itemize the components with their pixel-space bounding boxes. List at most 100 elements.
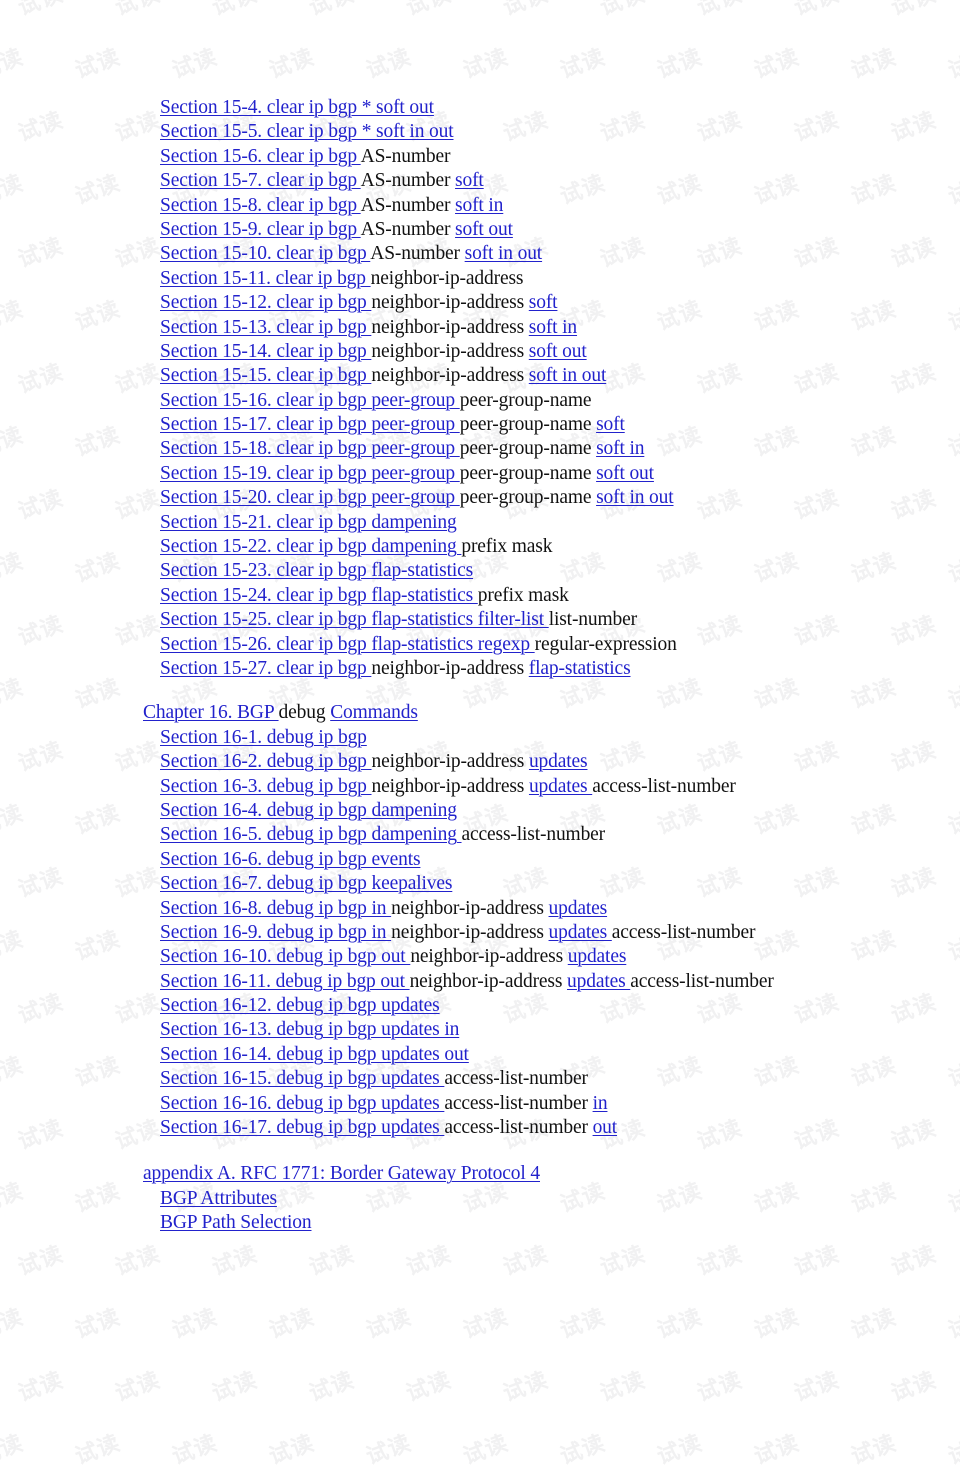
toc-section-entry[interactable]: Section 16-12. debug ip bgp updates bbox=[0, 994, 960, 1018]
toc-link-segment[interactable]: Section 16-8. debug ip bgp in bbox=[160, 898, 391, 919]
toc-link-segment[interactable]: Section 16-17. debug ip bgp updates bbox=[160, 1117, 444, 1138]
toc-section-entry[interactable]: Section 15-5. clear ip bgp * soft in out bbox=[0, 120, 960, 144]
toc-section-entry[interactable]: Section 15-24. clear ip bgp flap-statist… bbox=[0, 584, 960, 608]
toc-section-entry[interactable]: Section 16-4. debug ip bgp dampening bbox=[0, 799, 960, 823]
toc-link-segment[interactable]: updates bbox=[529, 776, 592, 797]
toc-link-segment[interactable]: updates bbox=[549, 898, 608, 919]
toc-section-entry[interactable]: Section 16-2. debug ip bgp neighbor-ip-a… bbox=[0, 750, 960, 774]
toc-link-segment[interactable]: soft in out bbox=[596, 487, 674, 508]
toc-section-entry[interactable]: Section 15-27. clear ip bgp neighbor-ip-… bbox=[0, 657, 960, 681]
toc-link-segment[interactable]: Section 16-9. debug ip bgp in bbox=[160, 922, 391, 943]
toc-section-entry[interactable]: Section 16-6. debug ip bgp events bbox=[0, 848, 960, 872]
toc-link-segment[interactable]: Section 15-9. clear ip bgp bbox=[160, 219, 361, 240]
toc-section-entry[interactable]: Section 15-16. clear ip bgp peer-group p… bbox=[0, 389, 960, 413]
toc-link-segment[interactable]: Section 15-19. clear ip bgp peer-group bbox=[160, 463, 460, 484]
toc-section-entry[interactable]: Section 16-7. debug ip bgp keepalives bbox=[0, 872, 960, 896]
toc-section-entry[interactable]: Section 15-14. clear ip bgp neighbor-ip-… bbox=[0, 340, 960, 364]
toc-link-segment[interactable]: Section 16-16. debug ip bgp updates bbox=[160, 1093, 444, 1114]
toc-section-entry[interactable]: Section 16-16. debug ip bgp updates acce… bbox=[0, 1092, 960, 1116]
toc-link-segment[interactable]: Section 16-13. debug ip bgp updates in bbox=[160, 1019, 459, 1040]
toc-link-segment[interactable]: Section 15-24. clear ip bgp flap-statist… bbox=[160, 585, 478, 606]
toc-link-segment[interactable]: Section 15-26. clear ip bgp flap-statist… bbox=[160, 634, 535, 655]
toc-link-segment[interactable]: soft out bbox=[596, 463, 654, 484]
toc-section-entry[interactable]: Section 15-6. clear ip bgp AS-number bbox=[0, 145, 960, 169]
toc-link-segment[interactable]: soft bbox=[596, 414, 625, 435]
toc-section-entry[interactable]: Section 16-5. debug ip bgp dampening acc… bbox=[0, 823, 960, 847]
toc-section-entry[interactable]: Section 15-22. clear ip bgp dampening pr… bbox=[0, 535, 960, 559]
toc-link-segment[interactable]: soft out bbox=[529, 341, 587, 362]
toc-link-segment[interactable]: soft bbox=[529, 292, 558, 313]
toc-link-segment[interactable]: in bbox=[593, 1093, 608, 1114]
toc-link-segment[interactable]: updates bbox=[568, 946, 627, 967]
toc-section-entry[interactable]: Section 15-25. clear ip bgp flap-statist… bbox=[0, 608, 960, 632]
toc-section-entry[interactable]: Section 15-10. clear ip bgp AS-number so… bbox=[0, 242, 960, 266]
toc-section-entry[interactable]: Section 15-9. clear ip bgp AS-number sof… bbox=[0, 218, 960, 242]
toc-link-segment[interactable]: Section 15-21. clear ip bgp dampening bbox=[160, 512, 457, 533]
toc-section-entry[interactable]: BGP Path Selection bbox=[0, 1211, 960, 1235]
toc-section-entry[interactable]: Section 15-11. clear ip bgp neighbor-ip-… bbox=[0, 267, 960, 291]
toc-chapter-entry[interactable]: appendix A. RFC 1771: Border Gateway Pro… bbox=[0, 1162, 960, 1186]
toc-section-entry[interactable]: Section 16-8. debug ip bgp in neighbor-i… bbox=[0, 897, 960, 921]
toc-link-segment[interactable]: Section 15-10. clear ip bgp bbox=[160, 243, 370, 264]
toc-link-segment[interactable]: updates bbox=[567, 971, 630, 992]
toc-section-entry[interactable]: Section 15-19. clear ip bgp peer-group p… bbox=[0, 462, 960, 486]
toc-link-segment[interactable]: Section 15-16. clear ip bgp peer-group bbox=[160, 390, 460, 411]
toc-link-segment[interactable]: Chapter 16. BGP bbox=[143, 702, 279, 723]
toc-link-segment[interactable]: Section 16-5. debug ip bgp dampening bbox=[160, 824, 462, 845]
toc-link-segment[interactable]: soft in bbox=[529, 317, 577, 338]
toc-section-entry[interactable]: Section 15-8. clear ip bgp AS-number sof… bbox=[0, 194, 960, 218]
toc-link-segment[interactable]: Section 16-12. debug ip bgp updates bbox=[160, 995, 440, 1016]
toc-section-entry[interactable]: Section 16-9. debug ip bgp in neighbor-i… bbox=[0, 921, 960, 945]
toc-link-segment[interactable]: Section 15-22. clear ip bgp dampening bbox=[160, 536, 461, 557]
toc-section-entry[interactable]: Section 16-1. debug ip bgp bbox=[0, 726, 960, 750]
toc-link-segment[interactable]: Section 16-6. debug ip bgp events bbox=[160, 849, 421, 870]
toc-link-segment[interactable]: Section 15-8. clear ip bgp bbox=[160, 195, 361, 216]
toc-link-segment[interactable]: Section 15-6. clear ip bgp bbox=[160, 146, 361, 167]
toc-link-segment[interactable]: Section 15-27. clear ip bgp bbox=[160, 658, 371, 679]
toc-link-segment[interactable]: Section 16-15. debug ip bgp updates bbox=[160, 1068, 444, 1089]
toc-section-entry[interactable]: Section 15-18. clear ip bgp peer-group p… bbox=[0, 437, 960, 461]
toc-link-segment[interactable]: updates bbox=[549, 922, 612, 943]
toc-link-segment[interactable]: BGP Attributes bbox=[160, 1188, 277, 1209]
toc-link-segment[interactable]: Section 16-3. debug ip bgp bbox=[160, 776, 372, 797]
toc-link-segment[interactable]: Section 15-14. clear ip bgp bbox=[160, 341, 371, 362]
toc-section-entry[interactable]: Section 15-15. clear ip bgp neighbor-ip-… bbox=[0, 364, 960, 388]
toc-link-segment[interactable]: updates bbox=[529, 751, 588, 772]
toc-section-entry[interactable]: Section 15-20. clear ip bgp peer-group p… bbox=[0, 486, 960, 510]
toc-link-segment[interactable]: Section 16-10. debug ip bgp out bbox=[160, 946, 410, 967]
toc-section-entry[interactable]: Section 16-14. debug ip bgp updates out bbox=[0, 1043, 960, 1067]
toc-link-segment[interactable]: Section 15-5. clear ip bgp * soft in out bbox=[160, 121, 454, 142]
toc-link-segment[interactable]: Section 15-23. clear ip bgp flap-statist… bbox=[160, 560, 473, 581]
toc-link-segment[interactable]: Section 16-4. debug ip bgp dampening bbox=[160, 800, 457, 821]
toc-section-entry[interactable]: Section 16-15. debug ip bgp updates acce… bbox=[0, 1067, 960, 1091]
toc-section-entry[interactable]: Section 16-17. debug ip bgp updates acce… bbox=[0, 1116, 960, 1140]
toc-link-segment[interactable]: flap-statistics bbox=[529, 658, 631, 679]
toc-link-segment[interactable]: Section 15-25. clear ip bgp flap-statist… bbox=[160, 609, 549, 630]
toc-section-entry[interactable]: Section 15-4. clear ip bgp * soft out bbox=[0, 96, 960, 120]
toc-section-entry[interactable]: Section 16-11. debug ip bgp out neighbor… bbox=[0, 970, 960, 994]
toc-section-entry[interactable]: Section 15-21. clear ip bgp dampening bbox=[0, 511, 960, 535]
toc-link-segment[interactable]: out bbox=[593, 1117, 618, 1138]
toc-link-segment[interactable]: Section 15-20. clear ip bgp peer-group bbox=[160, 487, 460, 508]
toc-link-segment[interactable]: Section 15-18. clear ip bgp peer-group bbox=[160, 438, 460, 459]
toc-link-segment[interactable]: soft bbox=[455, 170, 484, 191]
toc-chapter-entry[interactable]: Chapter 16. BGP debug Commands bbox=[0, 701, 960, 725]
toc-section-entry[interactable]: Section 15-17. clear ip bgp peer-group p… bbox=[0, 413, 960, 437]
toc-section-entry[interactable]: Section 16-3. debug ip bgp neighbor-ip-a… bbox=[0, 775, 960, 799]
toc-link-segment[interactable]: Section 15-13. clear ip bgp bbox=[160, 317, 371, 338]
toc-link-segment[interactable]: Section 16-7. debug ip bgp keepalives bbox=[160, 873, 452, 894]
toc-section-entry[interactable]: Section 16-13. debug ip bgp updates in bbox=[0, 1018, 960, 1042]
toc-section-entry[interactable]: BGP Attributes bbox=[0, 1187, 960, 1211]
toc-link-segment[interactable]: soft in out bbox=[465, 243, 543, 264]
toc-section-entry[interactable]: Section 16-10. debug ip bgp out neighbor… bbox=[0, 945, 960, 969]
toc-link-segment[interactable]: Section 16-1. debug ip bgp bbox=[160, 727, 367, 748]
toc-link-segment[interactable]: Section 15-11. clear ip bgp bbox=[160, 268, 371, 289]
toc-link-segment[interactable]: Section 15-12. clear ip bgp bbox=[160, 292, 371, 313]
toc-link-segment[interactable]: soft in out bbox=[529, 365, 607, 386]
toc-link-segment[interactable]: Section 15-4. clear ip bgp * soft out bbox=[160, 97, 434, 118]
toc-link-segment[interactable]: appendix A. RFC 1771: Border Gateway Pro… bbox=[143, 1163, 540, 1184]
toc-section-entry[interactable]: Section 15-13. clear ip bgp neighbor-ip-… bbox=[0, 316, 960, 340]
toc-section-entry[interactable]: Section 15-26. clear ip bgp flap-statist… bbox=[0, 633, 960, 657]
toc-link-segment[interactable]: Section 15-17. clear ip bgp peer-group bbox=[160, 414, 460, 435]
toc-section-entry[interactable]: Section 15-7. clear ip bgp AS-number sof… bbox=[0, 169, 960, 193]
